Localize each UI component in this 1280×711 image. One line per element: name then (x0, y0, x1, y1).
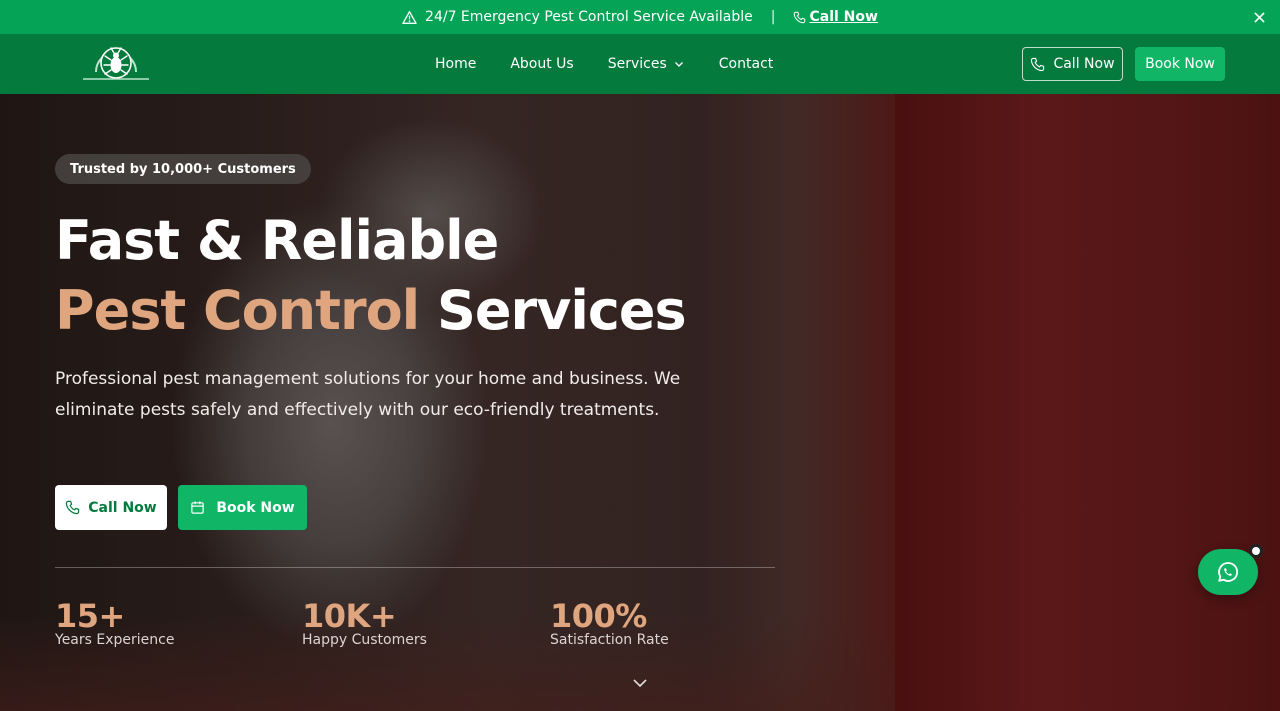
announcement-bar: 24/7 Emergency Pest Control Service Avai… (0, 0, 1280, 34)
hero-call-label: Call Now (88, 499, 157, 516)
close-icon[interactable] (1250, 8, 1268, 26)
stat-label: Satisfaction Rate (550, 632, 669, 648)
stat-years: 15+ Years Experience (55, 596, 174, 650)
main-navbar: Home About Us Services Contact Call Now … (0, 34, 1280, 94)
nav-links: Home About Us Services Contact (435, 34, 773, 94)
hero-title: Fast & Reliable Pest Control Services (55, 206, 687, 346)
hero-section: Trusted by 10,000+ Customers Fast & Reli… (0, 94, 1280, 711)
announcement-text: 24/7 Emergency Pest Control Service Avai… (425, 9, 753, 25)
nav-book-button[interactable]: Book Now (1135, 47, 1225, 81)
logo-bug-icon[interactable] (82, 43, 150, 83)
hero-description: Professional pest management solutions f… (55, 369, 681, 420)
stat-label: Years Experience (55, 632, 175, 648)
phone-icon (1030, 57, 1045, 72)
hero-title-rest: Services (419, 279, 687, 342)
stat-customers: 10K+ Happy Customers (302, 596, 427, 650)
hero-divider (55, 567, 775, 568)
hero-title-accent: Pest Control (55, 279, 420, 342)
hero-title-line2: Pest Control Services (55, 276, 687, 346)
announcement-separator: | (770, 9, 776, 25)
stat-label: Happy Customers (302, 632, 427, 648)
whatsapp-icon (1216, 560, 1240, 584)
warning-triangle-icon (402, 10, 417, 25)
hero-book-label: Book Now (216, 499, 295, 516)
scroll-down-chevron-icon[interactable] (632, 674, 648, 688)
announcement-call-link[interactable]: Call Now (809, 9, 877, 25)
hero-call-button[interactable]: Call Now (55, 485, 167, 530)
nav-call-button[interactable]: Call Now (1022, 47, 1123, 81)
trust-badge: Trusted by 10,000+ Customers (55, 154, 311, 184)
stat-satisfaction: 100% Satisfaction Rate (550, 596, 669, 650)
phone-icon (65, 500, 81, 516)
whatsapp-chat-button[interactable] (1198, 549, 1258, 595)
phone-icon (793, 11, 806, 24)
nav-link-about[interactable]: About Us (510, 56, 573, 72)
nav-link-services-label: Services (607, 56, 667, 72)
nav-link-home[interactable]: Home (435, 56, 476, 72)
hero-title-line1: Fast & Reliable (55, 209, 499, 272)
notification-dot (1249, 544, 1263, 558)
nav-link-services[interactable]: Services (608, 56, 685, 72)
calendar-icon (190, 500, 206, 516)
nav-link-contact[interactable]: Contact (719, 56, 773, 72)
hero-background-wall (895, 94, 1280, 711)
nav-call-label: Call Now (1053, 56, 1115, 72)
hero-book-button[interactable]: Book Now (178, 485, 307, 530)
chevron-down-icon (673, 58, 685, 70)
